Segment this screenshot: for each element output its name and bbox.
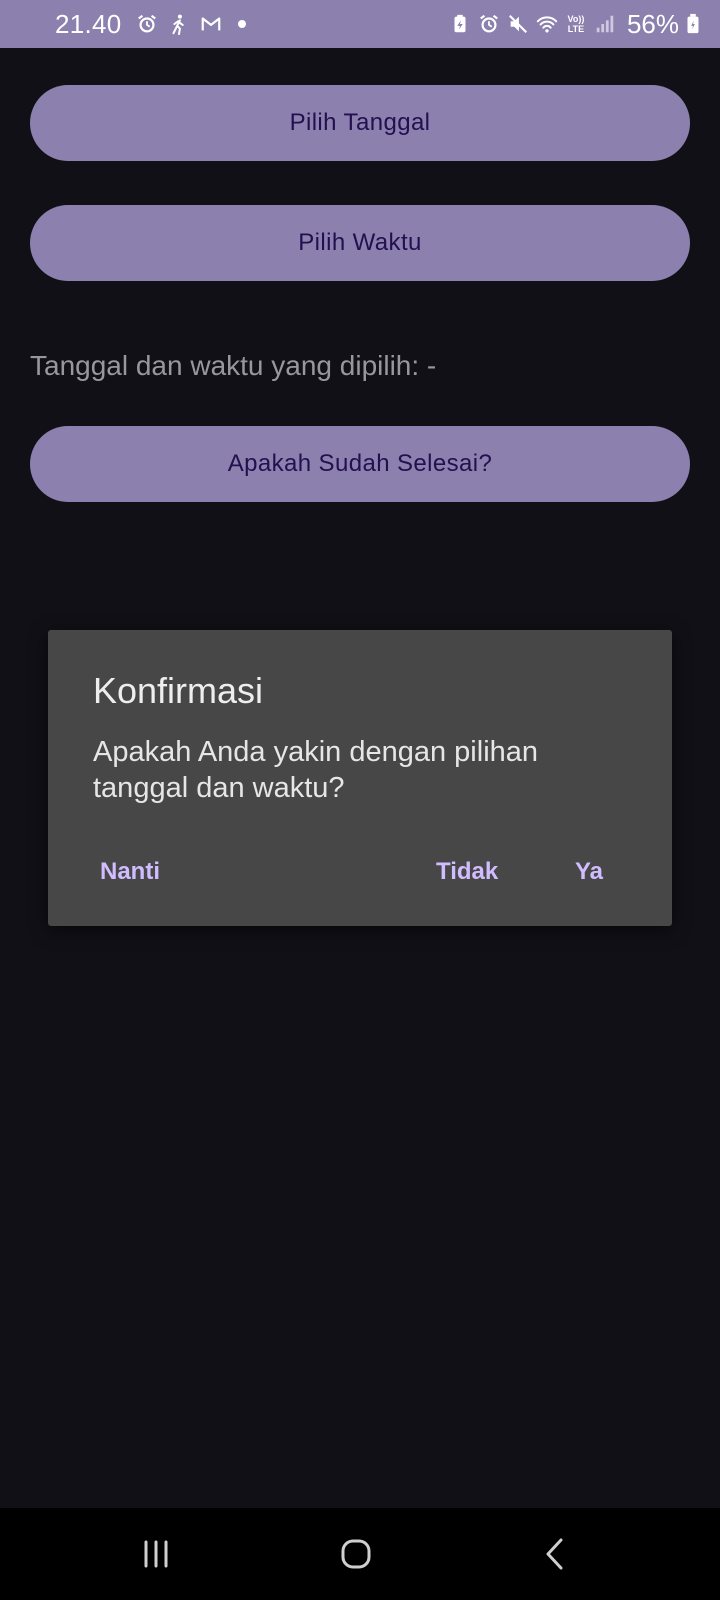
recents-icon[interactable] <box>132 1530 180 1578</box>
wifi-icon <box>536 13 558 35</box>
navigation-bar <box>0 1508 720 1600</box>
status-bar: 21.40 Vo)) LTE 56% <box>0 0 720 48</box>
walking-icon <box>168 13 190 35</box>
pick-date-button[interactable]: Pilih Tanggal <box>30 85 690 161</box>
later-button[interactable]: Nanti <box>100 858 160 886</box>
confirmation-dialog: Konfirmasi Apakah Anda yakin dengan pili… <box>48 630 672 926</box>
mute-icon <box>507 13 529 35</box>
battery-percent: 56% <box>626 8 679 39</box>
dialog-message: Apakah Anda yakin dengan pilihan tanggal… <box>93 736 539 804</box>
volte-line2: LTE <box>567 24 585 34</box>
volte-line1: Vo)) <box>567 14 585 24</box>
home-icon[interactable] <box>332 1530 380 1578</box>
done-button[interactable]: Apakah Sudah Selesai? <box>30 426 690 502</box>
gmail-icon <box>200 13 222 35</box>
volte-icon: Vo)) LTE <box>565 14 587 34</box>
alarm-icon <box>136 13 158 35</box>
status-left: 21.40 <box>55 0 246 48</box>
alarm-icon <box>478 13 500 35</box>
back-icon[interactable] <box>532 1530 580 1578</box>
dialog-title: Konfirmasi <box>93 670 264 711</box>
battery-icon <box>686 13 700 35</box>
status-right: Vo)) LTE 56% <box>449 0 700 48</box>
yes-button[interactable]: Ya <box>575 858 603 886</box>
pick-time-button[interactable]: Pilih Waktu <box>30 205 690 281</box>
battery-saver-icon <box>449 13 471 35</box>
status-time: 21.40 <box>55 8 122 39</box>
notification-dot <box>237 20 246 28</box>
no-button[interactable]: Tidak <box>436 858 498 886</box>
selected-datetime-text: Tanggal dan waktu yang dipilih: - <box>30 350 437 381</box>
signal-icon <box>594 13 616 35</box>
